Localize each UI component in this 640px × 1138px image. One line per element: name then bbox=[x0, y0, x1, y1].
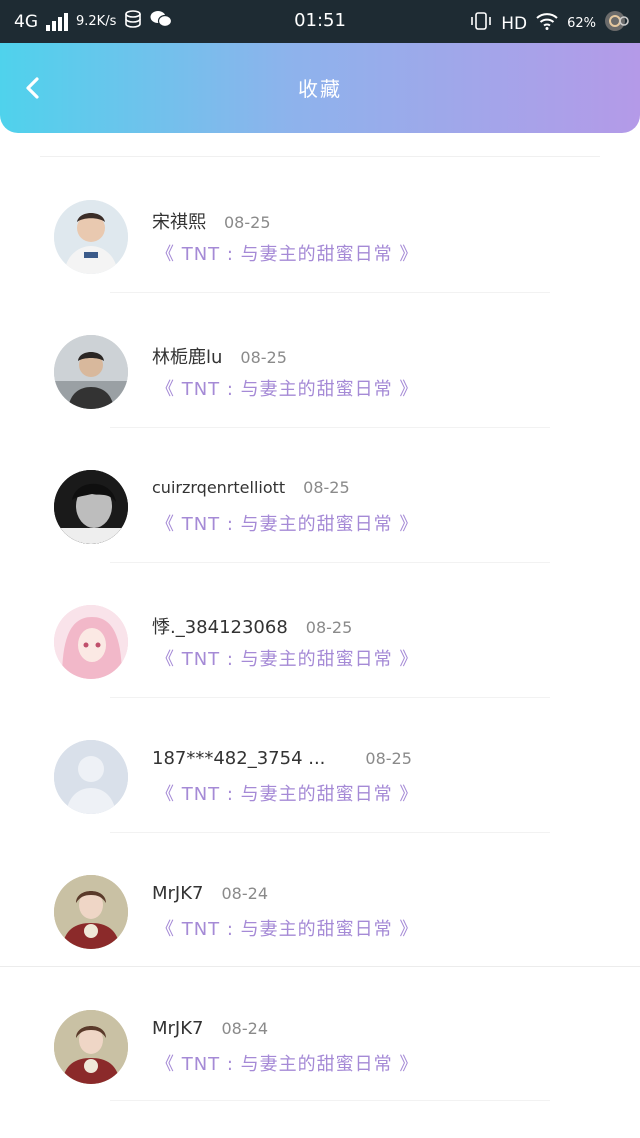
divider bbox=[110, 427, 550, 428]
item-header: 宋祺熙 08-25 bbox=[152, 208, 271, 234]
status-bar: 4G 9.2K/s 01:51 HD 62% bbox=[0, 0, 640, 43]
list-item[interactable]: cuirzrqenrtelliott 08-25 《 TNT : 与妻主的甜蜜日… bbox=[0, 430, 640, 565]
favorites-list bbox=[0, 150, 640, 157]
book-title-link[interactable]: 《 TNT : 与妻主的甜蜜日常 》 bbox=[156, 915, 418, 941]
default-avatar-icon bbox=[54, 740, 128, 814]
divider bbox=[110, 832, 550, 833]
avatar bbox=[54, 200, 128, 274]
header-bar: 收藏 bbox=[0, 43, 640, 133]
battery-level: 62% bbox=[567, 16, 596, 31]
back-button[interactable] bbox=[16, 71, 50, 105]
list-item[interactable]: 悸._384123068 08-25 《 TNT : 与妻主的甜蜜日常 》 bbox=[0, 565, 640, 700]
vibrate-icon bbox=[469, 12, 493, 35]
user-name[interactable]: 宋祺熙 bbox=[152, 208, 206, 234]
status-right: HD 62% bbox=[469, 10, 630, 37]
book-title-link[interactable]: 《 TNT : 与妻主的甜蜜日常 》 bbox=[156, 510, 418, 536]
list-top-divider bbox=[40, 156, 600, 157]
avatar bbox=[54, 875, 128, 949]
item-date: 08-25 bbox=[365, 749, 412, 768]
item-header: 悸._384123068 08-25 bbox=[152, 613, 352, 639]
divider bbox=[110, 562, 550, 563]
item-date: 08-25 bbox=[240, 348, 287, 367]
item-date: 08-24 bbox=[221, 1019, 269, 1038]
divider bbox=[0, 966, 640, 967]
book-title-link[interactable]: 《 TNT : 与妻主的甜蜜日常 》 bbox=[156, 375, 418, 401]
avatar bbox=[54, 1010, 128, 1084]
book-title-link[interactable]: 《 TNT : 与妻主的甜蜜日常 》 bbox=[156, 645, 418, 671]
item-header: 林栀鹿lu 08-25 bbox=[152, 343, 287, 369]
book-title-link[interactable]: 《 TNT : 与妻主的甜蜜日常 》 bbox=[156, 1050, 418, 1076]
user-name[interactable]: 林栀鹿lu bbox=[152, 343, 222, 369]
user-name[interactable]: MrJK7 bbox=[152, 883, 204, 904]
user-name[interactable]: 悸._384123068 bbox=[152, 613, 288, 639]
wifi-icon bbox=[535, 12, 559, 35]
item-header: MrJK7 08-24 bbox=[152, 1018, 268, 1039]
item-header: MrJK7 08-24 bbox=[152, 883, 268, 904]
avatar bbox=[54, 335, 128, 409]
divider bbox=[110, 1100, 550, 1101]
list-item[interactable]: MrJK7 08-24 《 TNT : 与妻主的甜蜜日常 》 bbox=[0, 835, 640, 970]
user-name[interactable]: 187***482_3754 ... bbox=[152, 748, 325, 769]
list-item[interactable]: 林栀鹿lu 08-25 《 TNT : 与妻主的甜蜜日常 》 bbox=[0, 295, 640, 430]
hd-indicator: HD bbox=[501, 13, 528, 34]
item-date: 08-25 bbox=[305, 618, 353, 637]
avatar bbox=[54, 470, 128, 544]
app-indicator-icon bbox=[604, 10, 630, 37]
avatar bbox=[54, 605, 128, 679]
divider bbox=[110, 292, 550, 293]
book-title-link[interactable]: 《 TNT : 与妻主的甜蜜日常 》 bbox=[156, 240, 418, 266]
item-date: 08-24 bbox=[221, 884, 269, 903]
list-item[interactable]: 宋祺熙 08-25 《 TNT : 与妻主的甜蜜日常 》 bbox=[0, 160, 640, 295]
book-title-link[interactable]: 《 TNT : 与妻主的甜蜜日常 》 bbox=[156, 780, 418, 806]
item-header: 187***482_3754 ... 08-25 bbox=[152, 748, 412, 769]
item-date: 08-25 bbox=[224, 213, 271, 232]
divider bbox=[110, 697, 550, 698]
page-title: 收藏 bbox=[298, 77, 342, 101]
item-header: cuirzrqenrtelliott 08-25 bbox=[152, 478, 350, 497]
list-item[interactable]: MrJK7 08-24 《 TNT : 与妻主的甜蜜日常 》 bbox=[0, 970, 640, 1105]
item-date: 08-25 bbox=[303, 478, 350, 497]
list-item[interactable]: 187***482_3754 ... 08-25 《 TNT : 与妻主的甜蜜日… bbox=[0, 700, 640, 835]
user-name[interactable]: MrJK7 bbox=[152, 1018, 204, 1039]
user-name[interactable]: cuirzrqenrtelliott bbox=[152, 478, 285, 497]
chevron-left-icon bbox=[26, 77, 39, 99]
